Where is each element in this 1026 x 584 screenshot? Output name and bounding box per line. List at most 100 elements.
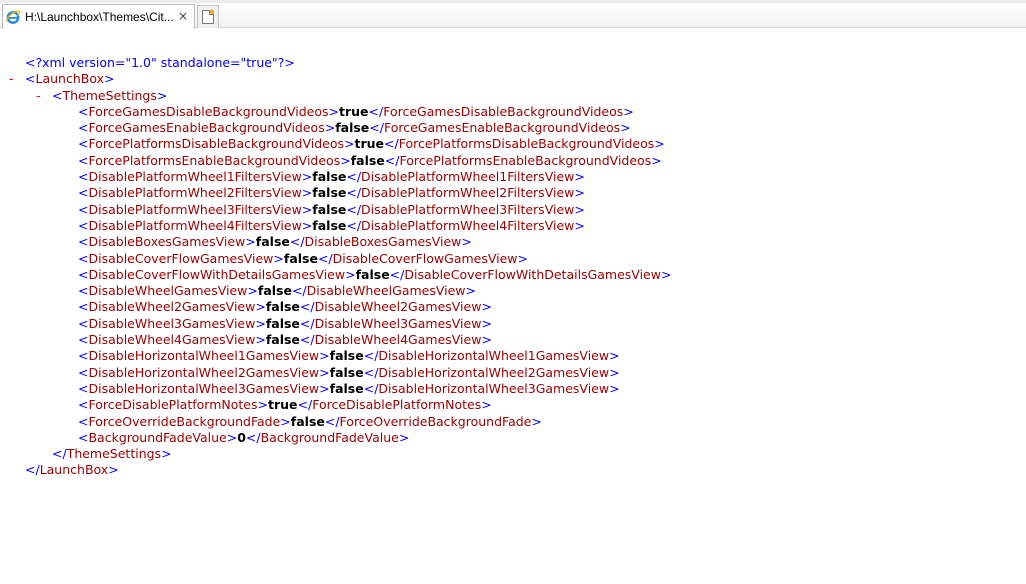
setting-open-tag-name: BackgroundFadeValue	[88, 429, 227, 445]
xml-setting-line: <DisablePlatformWheel1FiltersView>false<…	[78, 169, 585, 185]
setting-open-tag-name: ForcePlatformsDisableBackgroundVideos	[88, 136, 345, 152]
setting-close-tag-name: DisableWheelGamesView	[306, 283, 466, 299]
setting-close-tag-name: ForceDisablePlatformNotes	[312, 397, 482, 413]
setting-close-tag-name: BackgroundFadeValue	[260, 429, 399, 445]
xml-setting-line: <ForceOverrideBackgroundFade>false</Forc…	[78, 413, 542, 429]
setting-close-tag-name: DisableHorizontalWheel1GamesView	[378, 348, 610, 364]
setting-value: false	[335, 120, 370, 136]
setting-close-tag-name: DisablePlatformWheel1FiltersView	[361, 169, 575, 185]
setting-close-tag-name: ForceGamesEnableBackgroundVideos	[383, 120, 621, 136]
setting-close-tag-name: DisablePlatformWheel3FiltersView	[361, 201, 575, 217]
tab-strip: H:\Launchbox\Themes\Cit... ×	[0, 0, 1026, 29]
internet-explorer-icon	[5, 9, 21, 25]
setting-value: false	[257, 283, 292, 299]
xml-setting-line: <DisablePlatformWheel4FiltersView>false<…	[78, 217, 585, 233]
setting-open-tag-name: ForceDisablePlatformNotes	[88, 397, 258, 413]
setting-value: false	[290, 413, 325, 429]
setting-open-tag-name: DisableCoverFlowWithDetailsGamesView	[88, 266, 346, 282]
setting-close-tag-name: DisableCoverFlowWithDetailsGamesView	[404, 266, 661, 282]
xml-setting-line: <DisableHorizontalWheel3GamesView>false<…	[78, 380, 620, 396]
setting-close-tag-name: DisableWheel4GamesView	[314, 332, 482, 348]
setting-close-tag-name: DisablePlatformWheel4FiltersView	[361, 217, 575, 233]
xml-setting-line: <DisableHorizontalWheel1GamesView>false<…	[78, 348, 620, 364]
collapse-toggle[interactable]: -	[9, 71, 14, 87]
xml-setting-line: <ForceGamesEnableBackgroundVideos>false<…	[78, 120, 631, 136]
setting-open-tag-name: ForcePlatformsEnableBackgroundVideos	[88, 152, 341, 168]
group-tag-name: ThemeSettings	[62, 87, 157, 103]
setting-open-tag-name: DisablePlatformWheel2FiltersView	[88, 185, 302, 201]
setting-open-tag-name: DisableWheelGamesView	[88, 283, 248, 299]
setting-open-tag-name: DisableHorizontalWheel1GamesView	[88, 348, 320, 364]
setting-value: false	[350, 152, 385, 168]
setting-open-tag-name: DisableHorizontalWheel3GamesView	[88, 380, 320, 396]
xml-setting-line: <DisableWheel4GamesView>false</DisableWh…	[78, 332, 492, 348]
xml-declaration: <?xml version="1.0" standalone="true"?>	[25, 55, 295, 70]
setting-open-tag-name: DisableWheel4GamesView	[88, 332, 256, 348]
new-tab-button[interactable]	[197, 5, 219, 28]
setting-open-tag-name: ForceGamesDisableBackgroundVideos	[88, 103, 329, 119]
xml-setting-line: <ForcePlatformsEnableBackgroundVideos>fa…	[78, 152, 662, 168]
group-close: </ThemeSettings>	[52, 446, 172, 462]
xml-setting-line: <ForceGamesDisableBackgroundVideos>true<…	[78, 103, 634, 119]
setting-value: true	[267, 397, 298, 413]
setting-close-tag-name: ForcePlatformsDisableBackgroundVideos	[398, 136, 655, 152]
close-tab-icon[interactable]: ×	[177, 10, 189, 23]
tab-title: H:\Launchbox\Themes\Cit...	[25, 10, 174, 24]
xml-setting-line: <DisablePlatformWheel2FiltersView>false<…	[78, 185, 585, 201]
setting-value: false	[265, 332, 300, 348]
setting-open-tag-name: DisableWheel2GamesView	[88, 299, 256, 315]
xml-setting-line: <DisableWheel3GamesView>false</DisableWh…	[78, 315, 492, 331]
setting-open-tag-name: DisablePlatformWheel1FiltersView	[88, 169, 302, 185]
setting-value: false	[312, 217, 347, 233]
root-close: </LaunchBox>	[25, 462, 119, 478]
setting-value: false	[312, 185, 347, 201]
setting-open-tag-name: ForceGamesEnableBackgroundVideos	[88, 120, 325, 136]
new-page-icon	[202, 9, 215, 24]
active-tab[interactable]: H:\Launchbox\Themes\Cit... ×	[2, 4, 195, 29]
setting-value: true	[354, 136, 385, 152]
setting-open-tag-name: DisableWheel3GamesView	[88, 315, 256, 331]
setting-value: false	[329, 364, 364, 380]
xml-setting-line: <ForcePlatformsDisableBackgroundVideos>t…	[78, 136, 665, 152]
setting-value: false	[329, 348, 364, 364]
address-bar-edge	[0, 0, 1026, 3]
setting-close-tag-name: ForceOverrideBackgroundFade	[339, 413, 532, 429]
setting-value: false	[312, 169, 347, 185]
setting-value: false	[329, 380, 364, 396]
setting-value: false	[355, 266, 390, 282]
xml-setting-line: <DisableBoxesGamesView>false</DisableBox…	[78, 234, 472, 250]
setting-value: false	[265, 299, 300, 315]
setting-open-tag-name: DisablePlatformWheel4FiltersView	[88, 217, 302, 233]
collapse-toggle[interactable]: -	[36, 88, 41, 104]
setting-open-tag-name: ForceOverrideBackgroundFade	[88, 413, 281, 429]
setting-value: false	[312, 201, 347, 217]
setting-open-tag-name: DisableCoverFlowGamesView	[88, 250, 274, 266]
setting-open-tag-name: DisableHorizontalWheel2GamesView	[88, 364, 320, 380]
xml-setting-line: <DisableCoverFlowGamesView>false</Disabl…	[78, 250, 529, 266]
setting-close-tag-name: DisableWheel3GamesView	[314, 315, 482, 331]
group-open: - <ThemeSettings>	[36, 87, 168, 104]
setting-close-tag-name: DisableCoverFlowGamesView	[332, 250, 518, 266]
xml-setting-line: <DisableWheelGamesView>false</DisableWhe…	[78, 283, 477, 299]
xml-document: <?xml version="1.0" standalone="true"?> …	[0, 55, 1026, 479]
setting-close-tag-name: DisablePlatformWheel2FiltersView	[361, 185, 575, 201]
setting-close-tag-name: DisableHorizontalWheel2GamesView	[378, 364, 610, 380]
root-tag-name: LaunchBox	[35, 71, 104, 87]
setting-value: true	[339, 103, 369, 119]
setting-close-tag-name: DisableWheel2GamesView	[314, 299, 482, 315]
setting-value: 0	[237, 429, 246, 445]
setting-value: false	[283, 250, 318, 266]
root-tag-name: LaunchBox	[39, 462, 109, 478]
root-open: - <LaunchBox>	[9, 71, 115, 87]
setting-close-tag-name: DisableHorizontalWheel3GamesView	[378, 380, 610, 396]
setting-close-tag-name: DisableBoxesGamesView	[304, 234, 462, 250]
setting-open-tag-name: DisablePlatformWheel3FiltersView	[88, 201, 302, 217]
setting-close-tag-name: ForcePlatformsEnableBackgroundVideos	[399, 152, 652, 168]
setting-open-tag-name: DisableBoxesGamesView	[88, 234, 246, 250]
xml-setting-line: <BackgroundFadeValue>0</BackgroundFadeVa…	[78, 429, 410, 445]
setting-value: false	[265, 315, 300, 331]
settings-list: <ForceGamesDisableBackgroundVideos>true<…	[0, 104, 1026, 446]
xml-setting-line: <DisablePlatformWheel3FiltersView>false<…	[78, 201, 585, 217]
xml-setting-line: <ForceDisablePlatformNotes>true</ForceDi…	[78, 397, 492, 413]
xml-setting-line: <DisableCoverFlowWithDetailsGamesView>fa…	[78, 266, 672, 282]
